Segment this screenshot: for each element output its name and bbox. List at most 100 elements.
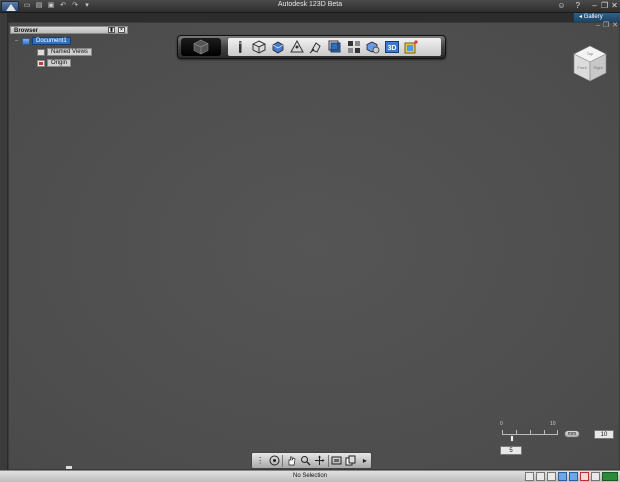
status-bar: No Selection (0, 470, 620, 482)
construct-tool-button[interactable] (289, 39, 305, 55)
transform-icon (238, 41, 242, 53)
fit-button[interactable] (331, 454, 343, 467)
view-icon (345, 455, 356, 466)
pattern-icon (328, 40, 341, 53)
user-icon[interactable]: ☺ (557, 1, 565, 11)
sketch-tool-button[interactable] (270, 39, 286, 55)
text-icon: 3D (385, 41, 399, 53)
grid-value-field[interactable]: 10 (594, 430, 614, 439)
modify-tool-button[interactable] (308, 39, 324, 55)
pin-icon[interactable]: ▮ (108, 27, 115, 33)
view-button[interactable] (345, 454, 357, 467)
ruler-slider-thumb[interactable] (510, 435, 514, 442)
transform-tool-button[interactable] (232, 39, 248, 55)
doc-close-button[interactable]: ✕ (612, 22, 618, 30)
doc-restore-button[interactable]: ❐ (603, 22, 609, 30)
construct-icon (290, 40, 304, 53)
text-tool-button[interactable]: 3D (384, 39, 400, 55)
named-views-icon (37, 48, 45, 56)
cube-logo-icon (193, 39, 209, 55)
tree-node-label[interactable]: Origin (47, 59, 72, 67)
look-at-icon (315, 455, 325, 465)
minimize-button[interactable]: – (591, 0, 598, 12)
ruler-tick (516, 430, 517, 435)
tree-node-origin[interactable]: Origin (30, 59, 72, 67)
toolbar-tools: 3D (228, 38, 441, 56)
ruler-tick (557, 430, 558, 435)
pan-icon (288, 456, 296, 466)
modify-icon (309, 42, 321, 54)
viewcube[interactable]: Top Front Right (572, 44, 608, 84)
grid-toggle-icon[interactable] (525, 472, 534, 481)
title-bar: ▭ ▤ ▣ ↶ ↷ ▾ Autodesk 123D Beta ☺ ? – ❐ ✕ (0, 0, 620, 13)
viewcube-top-label: Top (587, 51, 594, 56)
browser-panel: Browser ▮ × – Document1 Named Views Orig… (10, 26, 128, 74)
help-button[interactable]: ? (576, 1, 580, 11)
layout-toggle-icon[interactable] (591, 472, 600, 481)
navbar-more-icon[interactable]: ▸ (359, 454, 371, 467)
navbar-separator (327, 454, 329, 467)
window-title: Autodesk 123D Beta (277, 1, 343, 8)
primitives-tool-button[interactable] (251, 39, 267, 55)
visibility-toggle-icon[interactable] (580, 472, 589, 481)
document-window-controls: – ❐ ✕ (596, 22, 618, 30)
zoom-icon (300, 456, 311, 466)
close-icon[interactable]: × (118, 27, 125, 33)
restore-button[interactable]: ❐ (601, 0, 608, 12)
primitives-icon (252, 40, 266, 54)
tree-node-named-views[interactable]: Named Views (30, 48, 92, 56)
left-gutter (0, 13, 8, 470)
performance-icon[interactable] (602, 472, 618, 481)
navbar-separator (282, 454, 284, 467)
combine-tool-button[interactable] (365, 39, 381, 55)
ruler-start-label: 0 (500, 421, 503, 427)
close-button[interactable]: ✕ (611, 0, 618, 12)
doc-minimize-button[interactable]: – (596, 22, 600, 30)
document-icon (22, 37, 30, 45)
tree-node-label[interactable]: Document1 (32, 37, 71, 45)
browser-header: Browser ▮ × (10, 26, 128, 34)
orbit-icon (269, 455, 280, 466)
ruler-tick (530, 430, 531, 435)
text-tool-label: 3D (388, 45, 397, 52)
pattern-tool-button[interactable] (327, 39, 343, 55)
grouping-tool-button[interactable] (346, 39, 362, 55)
3d-viewport[interactable] (8, 22, 620, 470)
collapse-icon[interactable]: – (15, 38, 20, 44)
gallery-label: Gallery (583, 14, 603, 20)
gallery-button[interactable]: ◂ Gallery (573, 13, 620, 22)
tree-node-label[interactable]: Named Views (47, 48, 92, 56)
title-right-tools: ☺ ? (557, 1, 580, 11)
materials-icon (404, 40, 418, 54)
navbar-grip-icon[interactable]: ⋮ (254, 454, 266, 467)
zoom-button[interactable] (299, 454, 311, 467)
browser-tree: – Document1 Named Views Origin (10, 34, 128, 74)
ruler-end-label: 10 (550, 421, 556, 427)
origin-icon (37, 59, 45, 67)
viewcube-right-label: Right (593, 65, 603, 70)
shaded-toggle-icon[interactable] (558, 472, 567, 481)
main-toolbar: 3D (177, 35, 446, 59)
grid-scale-ruler: 0 10 5 (498, 420, 560, 460)
scale-value-field[interactable]: 5 (500, 446, 522, 455)
combine-icon (366, 41, 380, 54)
wireframe-toggle-icon[interactable] (569, 472, 578, 481)
fit-icon (331, 456, 342, 465)
panel-splitter-handle[interactable] (66, 466, 72, 469)
look-at-button[interactable] (314, 454, 326, 467)
grouping-icon (348, 41, 360, 53)
materials-tool-button[interactable] (403, 39, 419, 55)
toolbar-logo[interactable] (181, 38, 221, 56)
unit-toggle[interactable]: mm (564, 430, 580, 438)
viewcube-front-label: Front (577, 65, 587, 70)
pan-button[interactable] (285, 454, 297, 467)
orbit-button[interactable] (268, 454, 280, 467)
navigation-bar: ⋮ ▸ (251, 452, 372, 469)
chevron-left-icon: ◂ (579, 14, 583, 20)
perspective-toggle-icon[interactable] (547, 472, 556, 481)
ruler-tick (544, 430, 545, 435)
tree-node-document[interactable]: – Document1 (15, 37, 71, 45)
window-controls: – ❐ ✕ (591, 0, 618, 12)
snap-toggle-icon[interactable] (536, 472, 545, 481)
status-toggles (525, 472, 618, 481)
